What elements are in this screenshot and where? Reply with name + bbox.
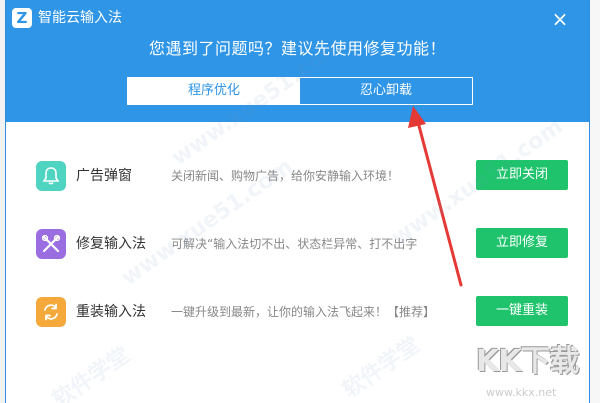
list-item-ad-popup: 广告弹窗 关闭新闻、购物广告，给你安静输入环境！ 立即关闭 (6, 158, 589, 198)
close-button[interactable]: × (549, 8, 571, 30)
app-logo-icon: Z (12, 8, 32, 28)
list-item-repair: 修复输入法 可解决“输入法切不出、状态栏异常、打不出字 立即修复 (6, 226, 589, 266)
refresh-icon (36, 297, 66, 327)
site-url: www.kkx.net (486, 386, 557, 399)
row-title: 广告弹窗 (76, 168, 132, 184)
tab-uninstall[interactable]: 忍心卸载 (300, 78, 472, 104)
list-item-reinstall: 重装输入法 一键升级到最新，让你的输入法飞起来！【推荐】 一键重装 (6, 294, 589, 334)
window-title: 智能云输入法 (38, 10, 122, 26)
row-description: 可解决“输入法切不出、状态栏异常、打不出字 (171, 237, 418, 251)
row-description: 关闭新闻、购物广告，给你安静输入环境！ (171, 169, 400, 183)
bell-icon (36, 161, 66, 191)
repair-button[interactable]: 立即修复 (476, 228, 568, 258)
dialog-window: Z 智能云输入法 × 您遇到了问题吗？建议先使用修复功能！ 程序优化 忍心卸载 … (5, 0, 590, 403)
row-title: 重装输入法 (76, 304, 146, 320)
title-bar[interactable]: Z 智能云输入法 × (6, 0, 589, 36)
tab-optimize[interactable]: 程序优化 (128, 78, 300, 104)
row-title: 修复输入法 (76, 236, 146, 252)
site-logo: KK下载 (476, 345, 591, 383)
tab-bar: 程序优化 忍心卸载 (127, 77, 473, 105)
dialog-header: Z 智能云输入法 × 您遇到了问题吗？建议先使用修复功能！ 程序优化 忍心卸载 (6, 0, 589, 122)
row-description: 一键升级到最新，让你的输入法飞起来！【推荐】 (171, 305, 436, 319)
site-logo-text: KK下载 (476, 344, 579, 379)
reinstall-button[interactable]: 一键重装 (476, 296, 568, 326)
tools-icon (36, 229, 66, 259)
headline-text: 您遇到了问题吗？建议先使用修复功能！ (148, 39, 446, 58)
background-window-edge-right (590, 0, 600, 403)
close-ads-button[interactable]: 立即关闭 (476, 160, 568, 190)
